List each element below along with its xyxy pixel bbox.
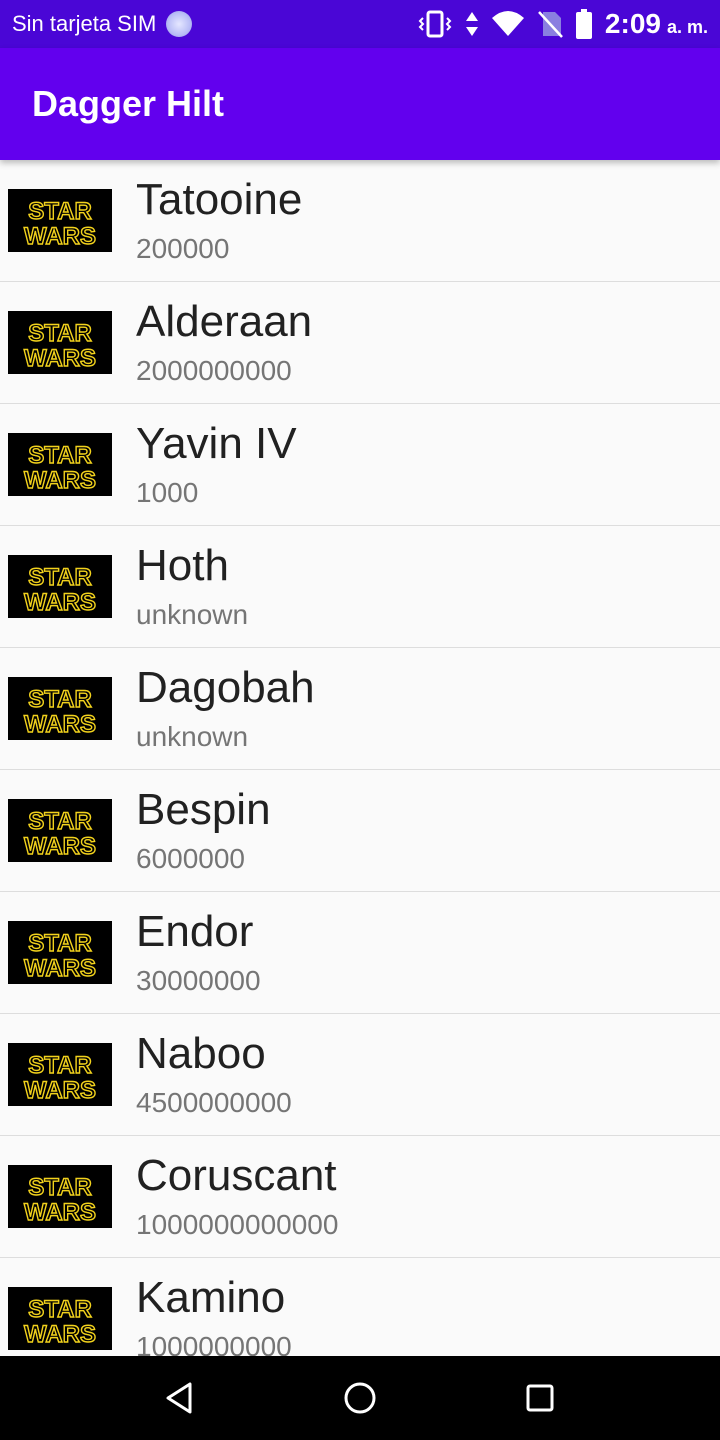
list-item[interactable]: STAR WARS Bespin 6000000 (0, 770, 720, 892)
list-item-texts: Coruscant 1000000000000 (136, 1150, 338, 1242)
list-item-texts: Naboo 4500000000 (136, 1028, 292, 1120)
list-item[interactable]: STAR WARS Endor 30000000 (0, 892, 720, 1014)
list-item-texts: Yavin IV 1000 (136, 418, 297, 510)
planet-name: Bespin (136, 785, 271, 834)
list-item[interactable]: STAR WARS Naboo 4500000000 (0, 1014, 720, 1136)
planet-name: Coruscant (136, 1151, 337, 1200)
list-item[interactable]: STAR WARS Dagobah unknown (0, 648, 720, 770)
planet-name: Tatooine (136, 175, 303, 224)
home-button[interactable] (340, 1378, 380, 1418)
list-item-texts: Alderaan 2000000000 (136, 296, 312, 388)
star-wars-logo-icon: STAR WARS (8, 555, 112, 618)
planet-name: Naboo (136, 1029, 266, 1078)
status-bar: Sin tarjeta SIM 2:09 a. m. (0, 0, 720, 48)
logo-line2: WARS (24, 1321, 96, 1348)
star-wars-logo-icon: STAR WARS (8, 311, 112, 374)
star-wars-logo-icon: STAR WARS (8, 1165, 112, 1228)
logo-line2: WARS (24, 589, 96, 616)
logo-line1: STAR (28, 930, 92, 957)
planet-name: Endor (136, 907, 254, 956)
logo-line2: WARS (24, 223, 96, 250)
recents-button[interactable] (520, 1378, 560, 1418)
star-wars-logo-icon: STAR WARS (8, 433, 112, 496)
planet-name: Kamino (136, 1273, 286, 1322)
planet-name: Yavin IV (136, 419, 297, 468)
logo-line2: WARS (24, 1199, 96, 1226)
list-item[interactable]: STAR WARS Tatooine 200000 (0, 160, 720, 282)
planet-value: 200000 (136, 233, 230, 264)
no-sim-icon (537, 10, 563, 38)
list-item-texts: Hoth unknown (136, 540, 248, 632)
clock: 2:09 (604, 8, 661, 39)
logo-line2: WARS (24, 1077, 96, 1104)
list-item-texts: Endor 30000000 (136, 906, 261, 998)
app-title: Dagger Hilt (32, 83, 225, 124)
data-arrows-icon (465, 10, 479, 38)
navigation-bar (0, 1356, 720, 1440)
planet-value: unknown (136, 721, 249, 752)
list-item-texts: Tatooine 200000 (136, 174, 302, 266)
logo-line2: WARS (24, 345, 96, 372)
planet-value: 1000000000000 (136, 1209, 339, 1240)
list-item[interactable]: STAR WARS Alderaan 2000000000 (0, 282, 720, 404)
planet-name: Alderaan (136, 297, 313, 346)
planet-name: Dagobah (136, 663, 315, 712)
star-wars-logo-icon: STAR WARS (8, 921, 112, 984)
star-wars-logo-icon: STAR WARS (8, 189, 112, 252)
carrier-label: Sin tarjeta SIM (12, 11, 157, 36)
planet-value: 2000000000 (136, 355, 292, 386)
list-item[interactable]: STAR WARS Coruscant 1000000000000 (0, 1136, 720, 1258)
star-wars-logo-icon: STAR WARS (8, 1287, 112, 1350)
list-item[interactable]: STAR WARS Kamino 1000000000 (0, 1258, 720, 1356)
list-item[interactable]: STAR WARS Yavin IV 1000 (0, 404, 720, 526)
planet-value: 6000000 (136, 843, 246, 874)
planet-value: 30000000 (136, 965, 261, 996)
planet-name: Hoth (136, 541, 229, 590)
clock-ampm: a. m. (666, 17, 708, 37)
logo-line1: STAR (28, 1052, 92, 1079)
logo-line1: STAR (28, 686, 92, 713)
sim-loading-icon (166, 11, 193, 37)
list-item-texts: Kamino 1000000000 (136, 1272, 292, 1356)
back-button[interactable] (160, 1378, 200, 1418)
planet-value: unknown (136, 599, 249, 630)
recents-square-icon (526, 1384, 554, 1412)
logo-line1: STAR (28, 808, 92, 835)
planet-value: 1000000000 (136, 1331, 292, 1356)
planet-list[interactable]: STAR WARS Tatooine 200000 STAR WARS Alderaan 20… (0, 160, 720, 1356)
list-item-texts: Dagobah unknown (136, 662, 315, 754)
home-circle-icon (344, 1382, 376, 1414)
logo-line2: WARS (24, 833, 96, 860)
star-wars-logo-icon: STAR WARS (8, 677, 112, 740)
logo-line1: STAR (28, 1296, 92, 1323)
planet-value: 1000 (136, 477, 199, 508)
app-bar: Dagger Hilt (0, 48, 720, 160)
logo-line2: WARS (24, 467, 96, 494)
star-wars-logo-icon: STAR WARS (8, 1043, 112, 1106)
logo-line2: WARS (24, 955, 96, 982)
planet-value: 4500000000 (136, 1087, 292, 1118)
logo-line1: STAR (28, 1174, 92, 1201)
back-triangle-icon (166, 1382, 192, 1414)
vibrate-icon (417, 10, 453, 38)
logo-line1: STAR (28, 320, 92, 347)
battery-icon (575, 9, 593, 39)
logo-line1: STAR (28, 564, 92, 591)
logo-line1: STAR (28, 198, 92, 225)
logo-line2: WARS (24, 711, 96, 738)
list-item[interactable]: STAR WARS Hoth unknown (0, 526, 720, 648)
logo-line1: STAR (28, 442, 92, 469)
wifi-icon (491, 10, 525, 38)
list-item-texts: Bespin 6000000 (136, 784, 271, 876)
star-wars-logo-icon: STAR WARS (8, 799, 112, 862)
